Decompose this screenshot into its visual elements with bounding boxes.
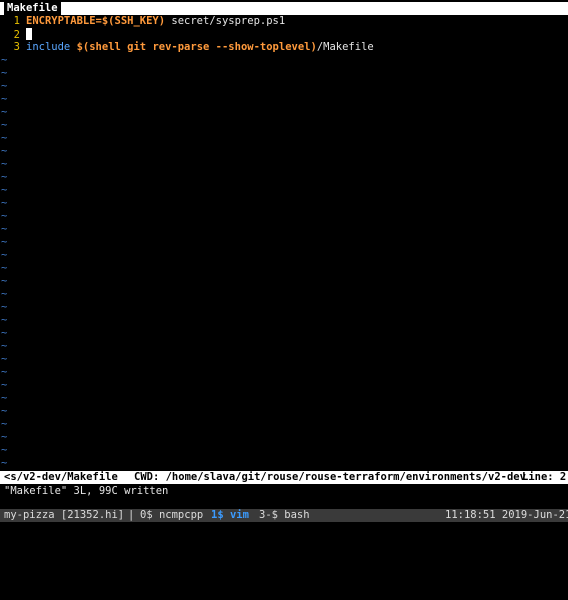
tmux-separator: | xyxy=(128,509,135,521)
status-cwd: CWD: /home/slava/git/rouse/rouse-terrafo… xyxy=(134,471,526,483)
empty-line-tilde: ~ xyxy=(1,379,8,391)
empty-line-tilde: ~ xyxy=(1,418,8,430)
empty-line-tilde: ~ xyxy=(1,288,8,300)
tmux-session: my-pizza [21352.hi] xyxy=(4,509,125,521)
tmux-clock: 11:18:51 2019-Jun-21 xyxy=(445,509,568,521)
tmux-window-bash[interactable]: 3-$ bash xyxy=(259,509,310,522)
tab-line: Makefile xyxy=(0,2,568,15)
empty-line-tilde: ~ xyxy=(1,275,8,287)
empty-line-tilde: ~ xyxy=(1,223,8,235)
empty-line-tilde: ~ xyxy=(1,353,8,365)
line-text: /Makefile xyxy=(316,41,374,53)
empty-line-tilde: ~ xyxy=(1,366,8,378)
tmux-window-ncmpcpp[interactable]: 0$ ncmpcpp xyxy=(140,509,203,522)
empty-line-tilde: ~ xyxy=(1,158,8,170)
empty-line-tilde: ~ xyxy=(1,405,8,417)
empty-line-tilde: ~ xyxy=(1,80,8,92)
empty-line-tilde: ~ xyxy=(1,119,8,131)
tmux-window-vim[interactable]: 1$ vim xyxy=(211,509,249,522)
status-line-number: Line: 2 xyxy=(522,471,567,483)
line-text: secret/sysprep.ps1 xyxy=(165,15,286,27)
empty-line-tilde: ~ xyxy=(1,444,8,456)
empty-line-tilde: ~ xyxy=(1,171,8,183)
code-line-1[interactable]: 1 ENCRYPTABLE=$(SSH_KEY) secret/sysprep.p… xyxy=(0,15,568,28)
editor-buffer[interactable]: 1 ENCRYPTABLE=$(SSH_KEY) secret/sysprep.p… xyxy=(0,15,568,483)
empty-line-tilde: ~ xyxy=(1,340,8,352)
empty-line-tilde: ~ xyxy=(1,106,8,118)
empty-line-tilde: ~ xyxy=(1,314,8,326)
code-line-3[interactable]: 3 include $(shell git rev-parse --show-to… xyxy=(0,41,568,54)
empty-line-tilde: ~ xyxy=(1,301,8,313)
empty-line-tilde: ~ xyxy=(1,93,8,105)
vim-status-line: <s/v2-dev/Makefile CWD: /home/slava/git/… xyxy=(0,471,568,484)
shell-expression: $(shell git rev-parse --show-toplevel) xyxy=(76,41,317,53)
empty-line-tilde: ~ xyxy=(1,54,8,66)
status-filename: <s/v2-dev/Makefile xyxy=(4,471,118,483)
empty-lines: ~~~~~~~~~~~~~~~~~~~~~~~~~~~~~~~~~ xyxy=(0,54,568,483)
empty-line-tilde: ~ xyxy=(1,67,8,79)
empty-line-tilde: ~ xyxy=(1,184,8,196)
empty-line-tilde: ~ xyxy=(1,431,8,443)
text-cursor xyxy=(26,28,32,40)
variable-assignment: ENCRYPTABLE=$(SSH_KEY) xyxy=(26,15,166,27)
command-line-message: "Makefile" 3L, 99C written xyxy=(4,485,169,497)
empty-line-tilde: ~ xyxy=(1,392,8,404)
line-number: 3 xyxy=(13,41,20,53)
tab-makefile[interactable]: Makefile xyxy=(4,2,61,15)
empty-line-tilde: ~ xyxy=(1,262,8,274)
empty-line-tilde: ~ xyxy=(1,236,8,248)
empty-line-tilde: ~ xyxy=(1,197,8,209)
include-keyword: include xyxy=(26,41,71,53)
empty-line-tilde: ~ xyxy=(1,327,8,339)
tmux-status-bar: my-pizza [21352.hi] | 0$ ncmpcpp 1$ vim … xyxy=(0,509,568,522)
empty-line-tilde: ~ xyxy=(1,210,8,222)
empty-line-tilde: ~ xyxy=(1,249,8,261)
empty-line-tilde: ~ xyxy=(1,457,8,469)
empty-line-tilde: ~ xyxy=(1,132,8,144)
line-number: 1 xyxy=(13,15,20,27)
code-line-2[interactable]: 2 xyxy=(0,28,568,41)
empty-line-tilde: ~ xyxy=(1,145,8,157)
